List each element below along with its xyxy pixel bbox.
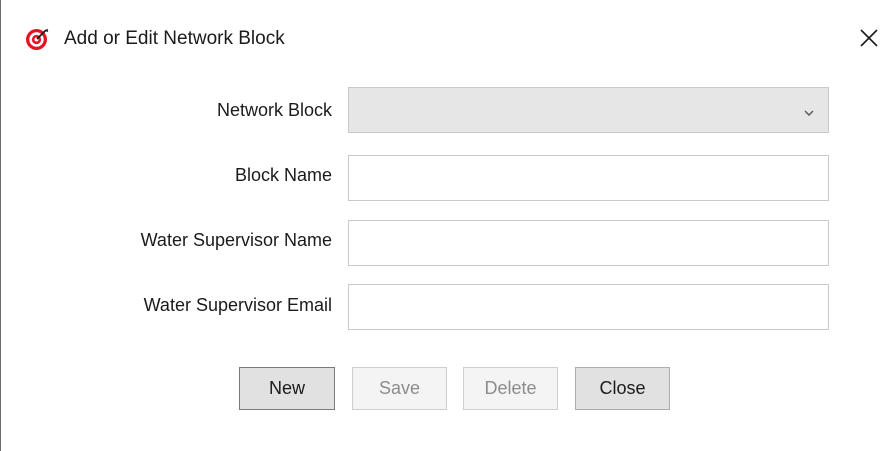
supervisor-name-label: Water Supervisor Name [140, 230, 332, 250]
chevron-down-icon [804, 105, 814, 116]
network-block-label: Network Block [216, 100, 332, 120]
block-name-input[interactable] [348, 155, 829, 201]
close-icon[interactable] [855, 24, 883, 52]
supervisor-email-input[interactable] [348, 284, 829, 330]
dialog-window: Add or Edit Network Block Network Block … [0, 0, 890, 451]
supervisor-email-label: Water Supervisor Email [143, 295, 332, 315]
target-icon [25, 27, 49, 51]
supervisor-name-input[interactable] [348, 220, 829, 266]
delete-button[interactable]: Delete [463, 367, 558, 410]
save-button[interactable]: Save [352, 367, 447, 410]
close-button[interactable]: Close [575, 367, 670, 410]
window-title: Add or Edit Network Block [64, 28, 285, 49]
network-block-combobox[interactable] [348, 87, 829, 133]
title-bar[interactable]: Add or Edit Network Block [1, 0, 890, 78]
block-name-label: Block Name [234, 165, 332, 185]
new-button[interactable]: New [239, 367, 335, 410]
